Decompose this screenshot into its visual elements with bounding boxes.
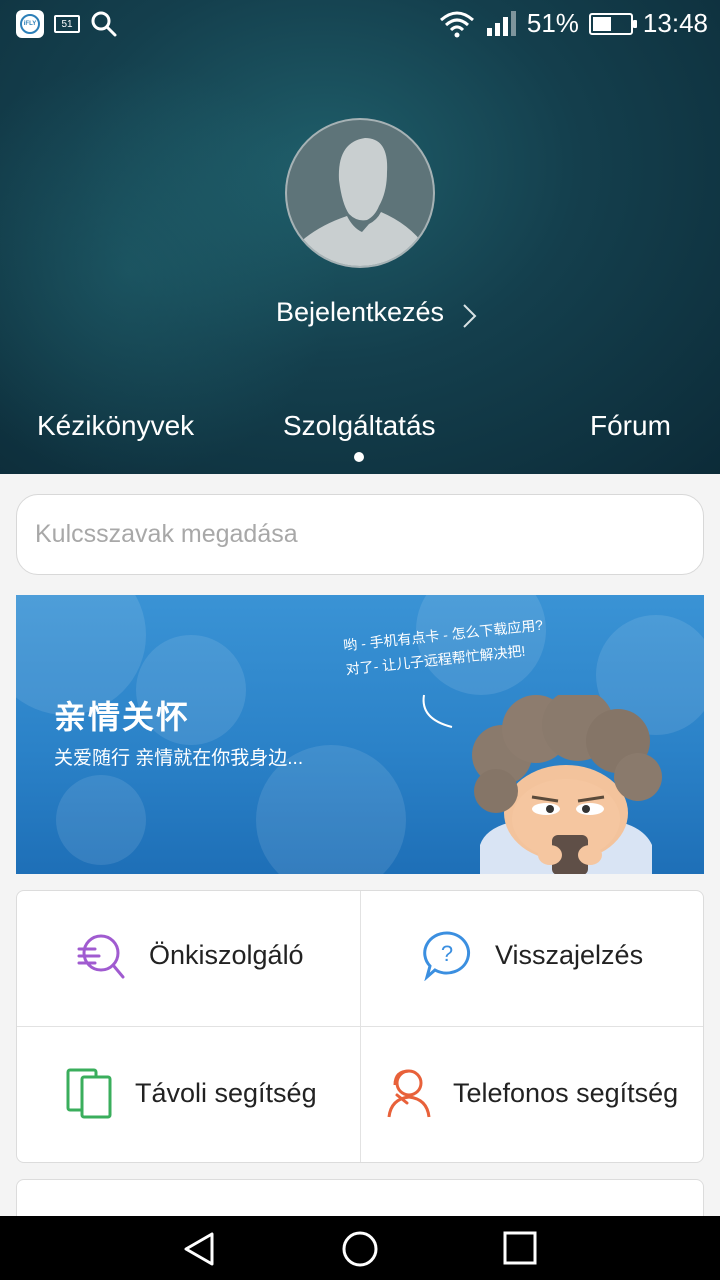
- banner-title: 亲情关怀: [54, 699, 191, 735]
- search-input[interactable]: [35, 495, 685, 574]
- notification-51-icon: 51: [54, 15, 80, 33]
- recents-icon[interactable]: [500, 1230, 540, 1268]
- profile-header: iFLY 51 51% 13:48 Bejelentkezés Kéziköny…: [0, 0, 720, 474]
- search-icon: [91, 11, 117, 37]
- phone-help-label: Telefonos segítség: [453, 1077, 679, 1108]
- grandma-illustration: [472, 695, 662, 874]
- self-service-button[interactable]: Önkiszolgáló: [75, 929, 304, 981]
- active-tab-indicator: [354, 452, 364, 462]
- tab-manuals[interactable]: Kézikönyvek: [37, 410, 194, 442]
- search-box[interactable]: [16, 494, 704, 575]
- phone-support-icon: [387, 1069, 431, 1118]
- self-service-icon: [77, 934, 125, 979]
- system-nav-bar: [0, 1216, 720, 1280]
- question-bubble-icon: ?: [423, 931, 471, 981]
- grid-divider: [17, 1026, 703, 1027]
- promo-banner[interactable]: 亲情关怀 关爱随行 亲情就在你我身边... 哟 - 手机有点卡 - 怎么下载应用…: [16, 595, 704, 874]
- clock: 13:48: [642, 8, 708, 38]
- status-bar: iFLY 51 51% 13:48: [0, 0, 720, 50]
- feedback-button[interactable]: ? Visszajelzés: [421, 929, 643, 981]
- remote-help-label: Távoli segítség: [135, 1077, 317, 1108]
- home-icon[interactable]: [340, 1230, 380, 1268]
- login-link[interactable]: Bejelentkezés: [0, 297, 720, 328]
- phone-help-button[interactable]: Telefonos segítség: [385, 1067, 678, 1119]
- bokeh-circle: [56, 775, 146, 865]
- svg-text:?: ?: [441, 941, 453, 966]
- service-grid: Önkiszolgáló ? Visszajelzés Távoli segít…: [16, 890, 704, 1163]
- remote-devices-icon: [66, 1068, 112, 1119]
- banner-subtitle: 关爱随行 亲情就在你我身边...: [54, 748, 304, 769]
- login-label: Bejelentkezés: [275, 297, 445, 327]
- avatar[interactable]: [285, 118, 435, 268]
- battery-fill: [592, 16, 612, 31]
- remote-help-button[interactable]: Távoli segítség: [65, 1067, 317, 1119]
- speech-tail-icon: [422, 694, 453, 728]
- feedback-label: Visszajelzés: [495, 939, 644, 970]
- battery-percent: 51%: [526, 8, 579, 38]
- chevron-right-icon: [463, 304, 477, 328]
- battery-icon: [588, 12, 637, 35]
- self-service-label: Önkiszolgáló: [149, 939, 304, 970]
- tab-service[interactable]: Szolgáltatás: [283, 410, 436, 442]
- back-icon[interactable]: [180, 1230, 220, 1268]
- wifi-icon: [439, 11, 474, 37]
- tab-forum[interactable]: Fórum: [590, 410, 671, 442]
- signal-icon: [486, 10, 516, 36]
- person-silhouette-icon: [287, 138, 433, 266]
- ifly-icon: iFLY: [16, 10, 44, 38]
